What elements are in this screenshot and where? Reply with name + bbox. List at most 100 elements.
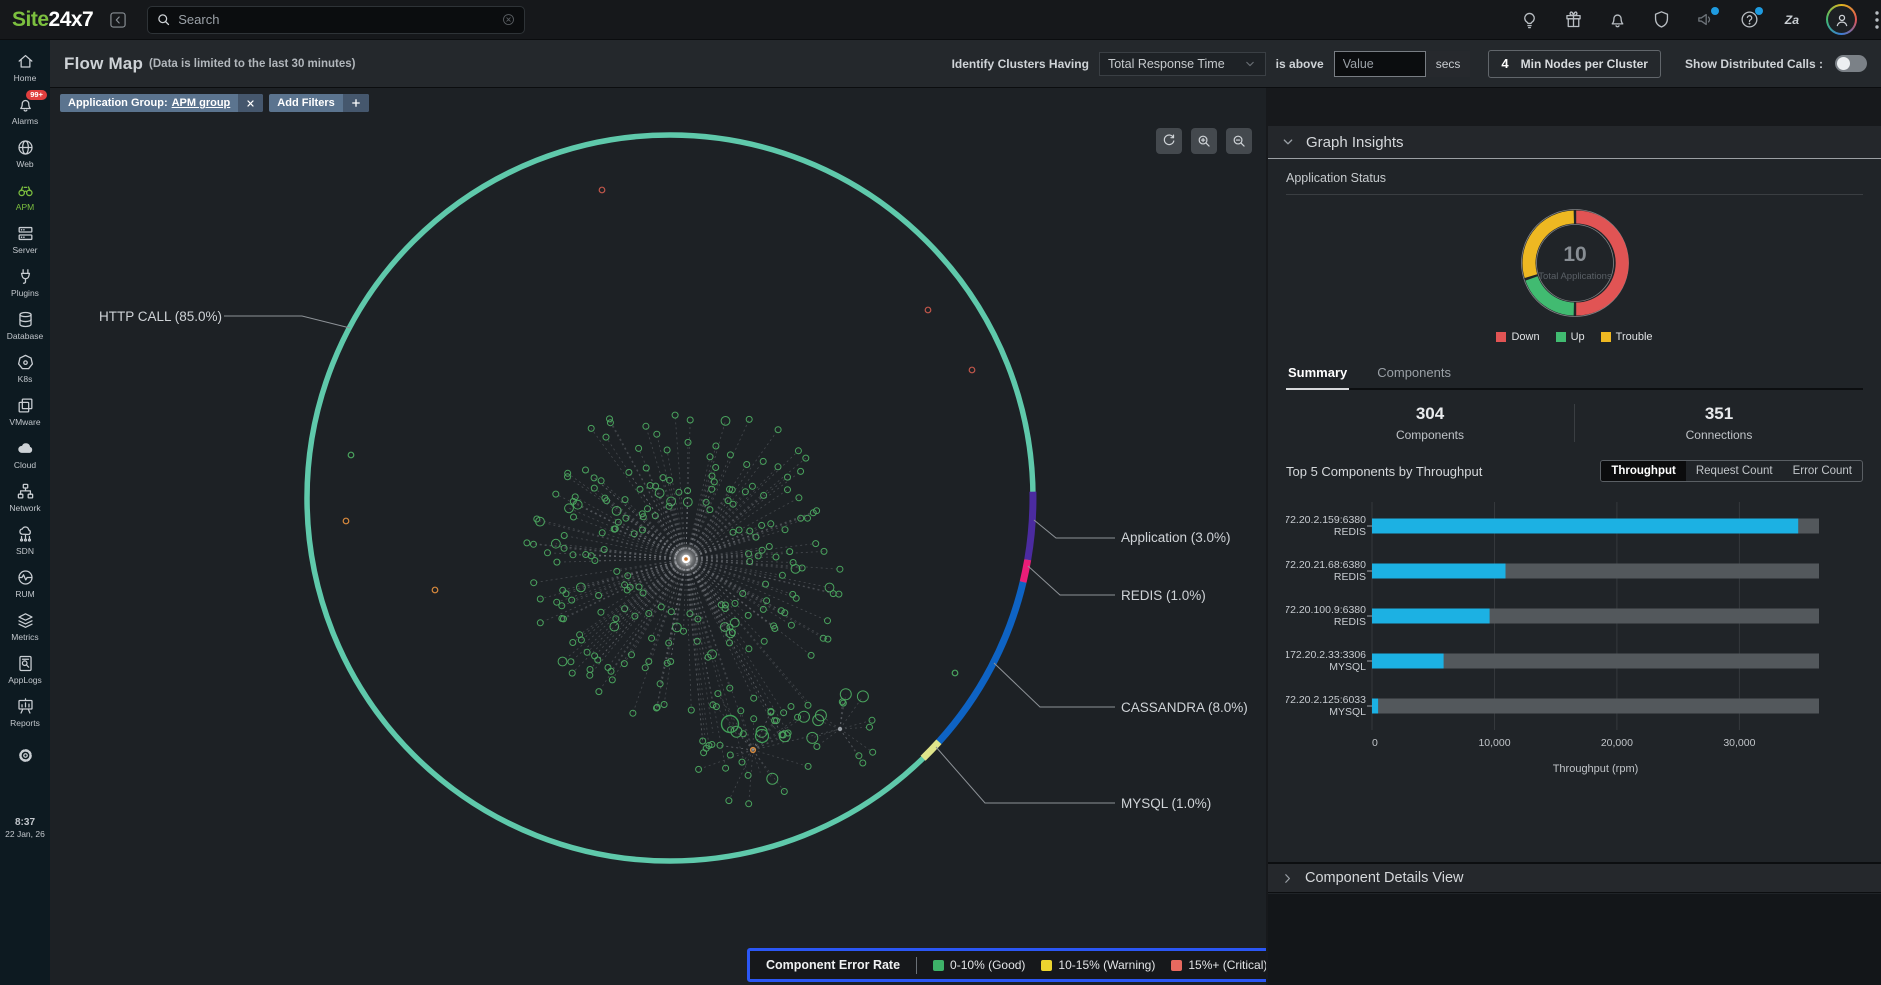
sidebar-item-cloud[interactable]: Cloud: [0, 433, 50, 476]
add-filter-button[interactable]: [343, 94, 369, 112]
metric-button-throughput[interactable]: Throughput: [1601, 461, 1686, 481]
search-clear-icon[interactable]: [501, 12, 516, 27]
zia-button[interactable]: Za: [1782, 9, 1804, 31]
x-tick-label: 20,000: [1601, 737, 1633, 749]
callout-redis: REDIS (1.0%): [1121, 588, 1206, 603]
sidebar-item-metrics[interactable]: Metrics: [0, 605, 50, 648]
apps-grid-icon: [1871, 8, 1881, 32]
bar-label-type: MYSQL: [1329, 661, 1366, 673]
sidebar-item-applogs[interactable]: AppLogs: [0, 648, 50, 691]
secs-label: secs: [1426, 51, 1471, 77]
sidebar-item-label: Alarms: [12, 116, 38, 126]
metric-button-request-count[interactable]: Request Count: [1686, 461, 1783, 481]
chip-value-link[interactable]: APM group: [172, 97, 231, 109]
donut-legend-item: Trouble: [1601, 331, 1653, 343]
shield-button[interactable]: [1650, 9, 1672, 31]
min-nodes-control[interactable]: 4 Min Nodes per Cluster: [1488, 50, 1661, 78]
insights-tabs: Summary Components: [1286, 359, 1863, 390]
show-distributed-toggle[interactable]: [1835, 55, 1867, 72]
zia-icon: Za: [1783, 9, 1804, 30]
bar-value[interactable]: [1372, 609, 1490, 624]
apps-grid-icon[interactable]: [1871, 8, 1881, 32]
graph-insights-header[interactable]: Graph Insights: [1268, 126, 1881, 159]
callout-cassandra: CASSANDRA (8.0%): [1121, 700, 1248, 715]
gift-button[interactable]: [1562, 9, 1584, 31]
sidebar-item-server[interactable]: Server: [0, 218, 50, 261]
show-distributed-label: Show Distributed Calls :: [1685, 57, 1823, 71]
sidebar-item-gear[interactable]: [0, 734, 50, 777]
cluster-metric-dropdown[interactable]: Total Response Time: [1099, 52, 1266, 76]
sidebar-item-label: RUM: [15, 589, 34, 599]
bar-value[interactable]: [1372, 654, 1444, 669]
lightbulb-button[interactable]: [1518, 9, 1540, 31]
sidebar-item-plugins[interactable]: Plugins: [0, 261, 50, 304]
chevron-right-icon: [1280, 871, 1295, 886]
binoculars-icon: [16, 181, 35, 200]
callout-http-call: HTTP CALL (85.0%): [99, 309, 222, 324]
legend-title: Component Error Rate: [766, 958, 900, 972]
filter-chip-application-group[interactable]: Application Group: APM group: [60, 94, 263, 112]
bar-label-ip: 172.20.2.33:3306: [1286, 649, 1366, 661]
bar-value[interactable]: [1372, 564, 1506, 579]
search-input[interactable]: [178, 12, 501, 27]
tab-summary[interactable]: Summary: [1286, 359, 1349, 388]
close-circle-icon: [501, 12, 516, 27]
megaphone-button[interactable]: [1694, 9, 1716, 31]
bar-label-type: REDIS: [1334, 526, 1366, 538]
sidebar-item-label: Database: [7, 331, 43, 341]
sidebar-item-sdn[interactable]: SDN: [0, 519, 50, 562]
sidebar-item-label: Metrics: [11, 632, 38, 642]
user-avatar[interactable]: [1826, 4, 1857, 35]
sidebar-collapse-button[interactable]: [107, 9, 129, 31]
stat-connections: 351Connections: [1574, 404, 1863, 442]
vmware-icon: [16, 396, 35, 415]
sidebar-item-reports[interactable]: Reports: [0, 691, 50, 734]
sidebar-item-rum[interactable]: RUM: [0, 562, 50, 605]
sidebar-item-home[interactable]: Home: [0, 46, 50, 89]
sidebar-item-web[interactable]: Web: [0, 132, 50, 175]
plug-icon: [16, 267, 35, 286]
flow-map-canvas[interactable]: Application Group: APM group Add Filters…: [50, 88, 1266, 985]
bar-value[interactable]: [1372, 519, 1798, 534]
sidebar-item-label: Web: [16, 159, 33, 169]
lightbulb-icon: [1519, 9, 1540, 30]
bell-button[interactable]: [1606, 9, 1628, 31]
sidebar-item-apm[interactable]: APM: [0, 175, 50, 218]
x-axis-label: Throughput (rpm): [1553, 763, 1639, 775]
identify-clusters-label: Identify Clusters Having: [952, 57, 1089, 71]
throughput-bar-chart: 172.20.2.159:6380REDIS172.20.21.68:6380R…: [1286, 490, 1863, 780]
donut-legend-item: Down: [1496, 331, 1539, 343]
threshold-value-input[interactable]: [1334, 51, 1426, 77]
sidebar-item-database[interactable]: Database: [0, 304, 50, 347]
zoom-out-button[interactable]: [1226, 128, 1252, 154]
donut-chart: 10Total Applications: [1425, 201, 1725, 329]
search-bar[interactable]: [147, 6, 525, 34]
sidebar-item-alarms[interactable]: Alarms99+: [0, 89, 50, 132]
person-icon: [1833, 11, 1851, 29]
site24x7-logo[interactable]: Site24x7: [12, 8, 93, 32]
legend-item: 0-10% (Good): [933, 958, 1025, 972]
sidebar-item-k8s[interactable]: K8s: [0, 347, 50, 390]
legend-swatch: [933, 960, 944, 971]
donut-legend-item: Up: [1556, 331, 1585, 343]
legend-swatch: [1041, 960, 1052, 971]
flow-map-graph[interactable]: HTTP CALL (85.0%) Application (3.0%) REDIS…: [50, 88, 1266, 985]
refresh-button[interactable]: [1156, 128, 1182, 154]
bar-value[interactable]: [1372, 699, 1378, 714]
add-filters-chip[interactable]: Add Filters: [269, 94, 368, 112]
sidebar-item-vmware[interactable]: VMware: [0, 390, 50, 433]
chevron-down-icon: [1243, 57, 1257, 71]
sidebar-item-label: AppLogs: [8, 675, 42, 685]
sidebar-item-network[interactable]: Network: [0, 476, 50, 519]
min-nodes-value[interactable]: 4: [1489, 56, 1520, 71]
metrics-icon: [16, 611, 35, 630]
component-details-header[interactable]: Component Details View: [1268, 862, 1881, 893]
callout-application: Application (3.0%): [1121, 530, 1231, 545]
shield-icon: [1651, 9, 1672, 30]
zoom-in-button[interactable]: [1191, 128, 1217, 154]
tab-components[interactable]: Components: [1375, 359, 1453, 388]
chip-remove-button[interactable]: [238, 94, 263, 112]
plus-icon: [350, 97, 362, 109]
help-button[interactable]: [1738, 9, 1760, 31]
metric-button-error-count[interactable]: Error Count: [1783, 461, 1862, 481]
